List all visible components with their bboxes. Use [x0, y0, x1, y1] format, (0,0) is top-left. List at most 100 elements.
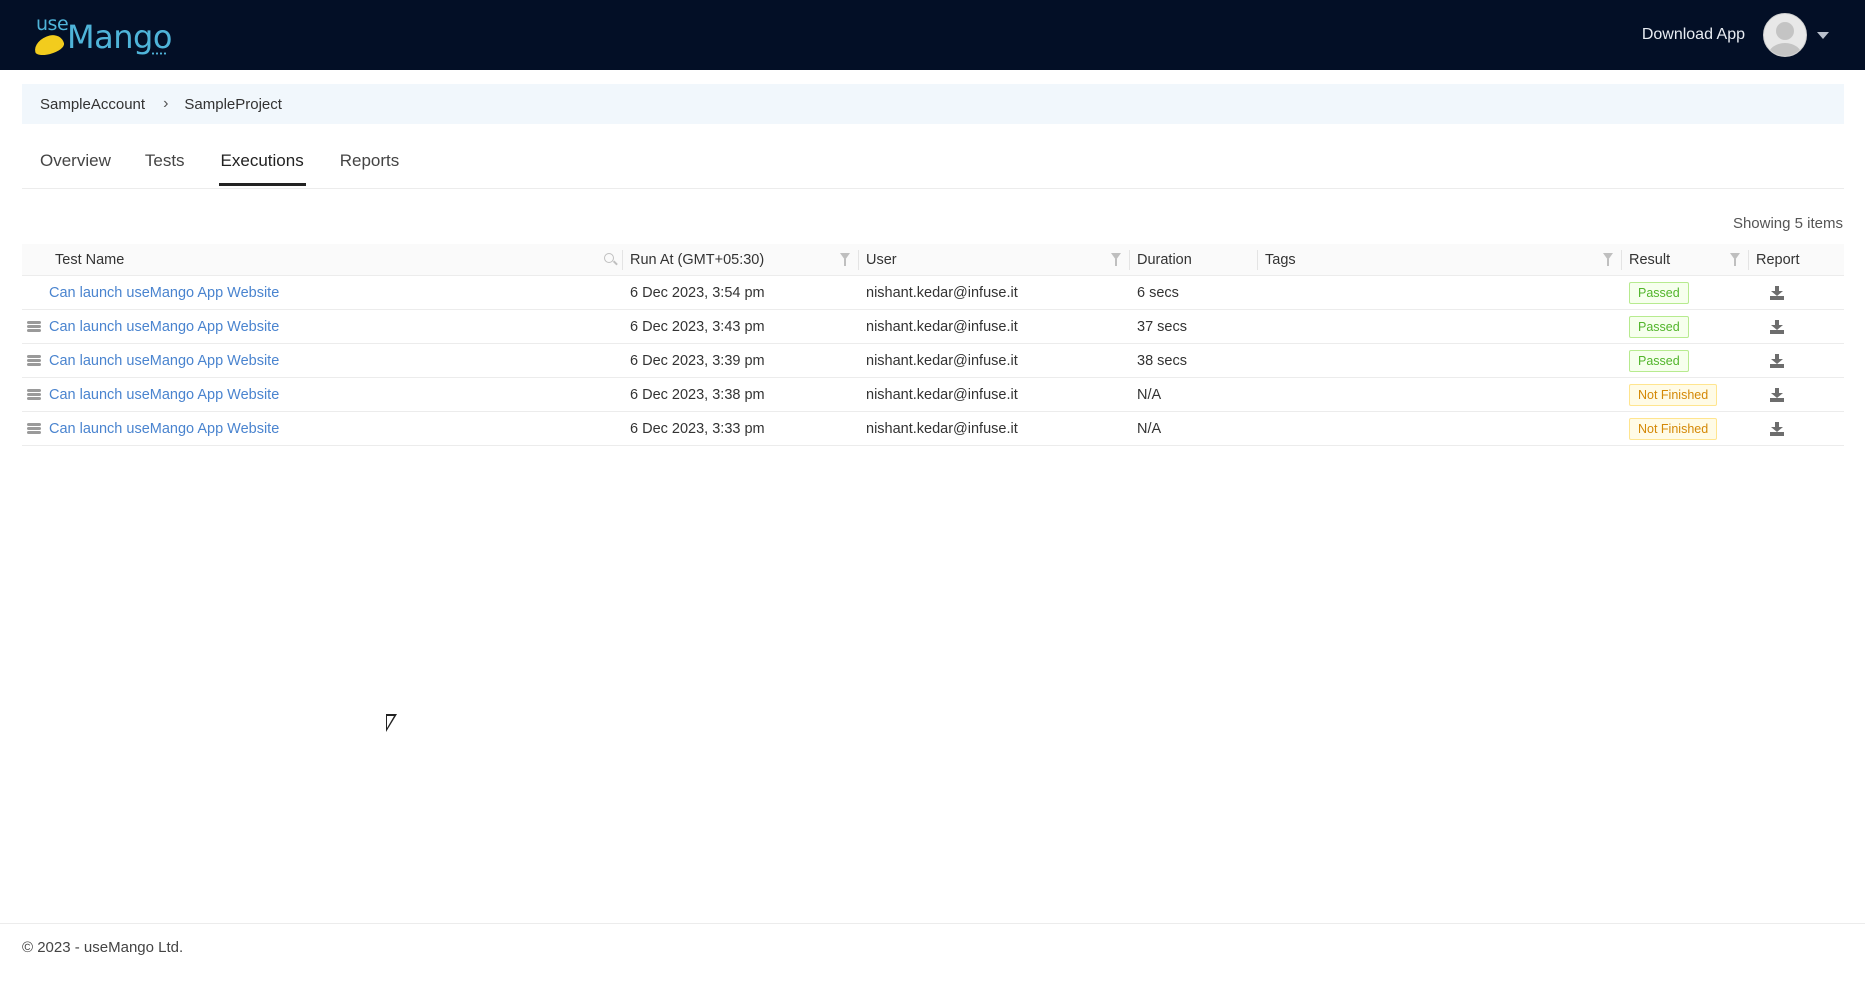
- logo-name: Mango: [67, 18, 172, 56]
- usemango-logo[interactable]: use Mango: [32, 13, 172, 58]
- cell-duration: N/A: [1137, 386, 1162, 403]
- top-navbar: use Mango Download App: [0, 0, 1865, 70]
- cell-report: [1748, 276, 1844, 310]
- test-name-link[interactable]: Can launch useMango App Website: [49, 319, 279, 335]
- logo-dots-icon: [151, 52, 167, 55]
- test-name-link[interactable]: Can launch useMango App Website: [49, 285, 279, 301]
- cell-tags: [1257, 276, 1621, 310]
- cell-test-name: Can launch useMango App Website: [22, 276, 622, 310]
- download-icon[interactable]: [1770, 353, 1784, 368]
- table-row[interactable]: Can launch useMango App Website 6 Dec 202…: [22, 276, 1844, 310]
- download-icon[interactable]: [1770, 421, 1784, 436]
- cell-report: [1748, 412, 1844, 446]
- cell-user: nishant.kedar@infuse.it: [866, 352, 1018, 369]
- cell-duration: 6 secs: [1137, 284, 1179, 301]
- cell-user: nishant.kedar@infuse.it: [866, 284, 1018, 301]
- cell-run-at: 6 Dec 2023, 3:43 pm: [630, 318, 765, 335]
- column-tags-label: Tags: [1265, 251, 1296, 268]
- cell-run-at: 6 Dec 2023, 3:54 pm: [630, 284, 765, 301]
- table-row[interactable]: Can launch useMango App Website 6 Dec 202…: [22, 412, 1844, 446]
- column-user-label: User: [866, 251, 897, 268]
- test-name-link[interactable]: Can launch useMango App Website: [49, 353, 279, 369]
- result-filter-button[interactable]: [1730, 252, 1740, 266]
- tab-reports[interactable]: Reports: [340, 140, 400, 183]
- tab-executions[interactable]: Executions: [218, 140, 306, 186]
- mango-logo-icon: [32, 32, 66, 58]
- database-icon: [27, 388, 41, 401]
- cell-result: Passed: [1621, 310, 1748, 344]
- column-result: Result: [1621, 244, 1748, 276]
- cell-user: nishant.kedar@infuse.it: [866, 420, 1018, 437]
- database-icon: [27, 320, 41, 333]
- cell-test-name: Can launch useMango App Website: [22, 412, 622, 446]
- user-filter-button[interactable]: [1111, 252, 1121, 266]
- filter-icon: [1111, 252, 1121, 266]
- cell-duration: 38 secs: [1137, 352, 1187, 369]
- cell-result: Passed: [1621, 276, 1748, 310]
- column-report-label: Report: [1756, 251, 1800, 268]
- download-app-link[interactable]: Download App: [1642, 26, 1745, 44]
- tags-filter-button[interactable]: [1603, 252, 1613, 266]
- avatar[interactable]: [1763, 13, 1807, 57]
- download-icon[interactable]: [1770, 387, 1784, 402]
- test-name-link[interactable]: Can launch useMango App Website: [49, 421, 279, 437]
- avatar-body-icon: [1768, 43, 1802, 56]
- tab-bar: Overview Tests Executions Reports: [22, 140, 1844, 189]
- table-row[interactable]: Can launch useMango App Website 6 Dec 202…: [22, 310, 1844, 344]
- chevron-right-icon: ›: [163, 95, 169, 112]
- cell-result: Passed: [1621, 344, 1748, 378]
- cell-test-name: Can launch useMango App Website: [22, 378, 622, 412]
- status-badge: Not Finished: [1629, 383, 1718, 406]
- tab-tests[interactable]: Tests: [145, 140, 185, 183]
- table-row[interactable]: Can launch useMango App Website 6 Dec 202…: [22, 344, 1844, 378]
- cell-report: [1748, 378, 1844, 412]
- cell-duration: N/A: [1137, 420, 1162, 437]
- logo-prefix: use: [36, 13, 69, 35]
- item-count: Showing 5 items: [1732, 215, 1843, 232]
- column-run-at: Run At (GMT+05:30): [622, 244, 858, 276]
- nav-right: Download App: [1642, 13, 1829, 57]
- cell-tags: [1257, 378, 1621, 412]
- column-duration-label: Duration: [1137, 251, 1192, 268]
- mouse-cursor-icon: [386, 714, 397, 732]
- cell-result: Not Finished: [1621, 378, 1748, 412]
- column-user: User: [858, 244, 1129, 276]
- column-report: Report: [1748, 244, 1844, 276]
- filter-icon: [840, 252, 850, 266]
- column-test-name: Test Name: [22, 244, 622, 276]
- column-search-button[interactable]: [604, 252, 614, 263]
- cell-duration: 37 secs: [1137, 318, 1187, 335]
- tab-overview[interactable]: Overview: [40, 140, 111, 183]
- breadcrumb: SampleAccount › SampleProject: [22, 84, 1844, 124]
- column-run-at-label: Run At (GMT+05:30): [630, 251, 765, 268]
- filter-icon: [1730, 252, 1740, 266]
- cell-tags: [1257, 344, 1621, 378]
- executions-table: Test Name Run At (GMT+05:30) User Durati…: [22, 244, 1844, 446]
- status-badge: Passed: [1629, 315, 1689, 338]
- table-header: Test Name Run At (GMT+05:30) User Durati…: [22, 244, 1844, 276]
- database-icon: [27, 354, 41, 367]
- status-badge: Passed: [1629, 281, 1689, 304]
- table-row[interactable]: Can launch useMango App Website 6 Dec 202…: [22, 378, 1844, 412]
- cell-report: [1748, 310, 1844, 344]
- cell-user: nishant.kedar@infuse.it: [866, 386, 1018, 403]
- cell-result: Not Finished: [1621, 412, 1748, 446]
- table-body: Can launch useMango App Website 6 Dec 202…: [22, 276, 1844, 446]
- run-at-filter-button[interactable]: [840, 252, 850, 266]
- cell-run-at: 6 Dec 2023, 3:33 pm: [630, 420, 765, 437]
- breadcrumb-project[interactable]: SampleProject: [184, 96, 282, 113]
- breadcrumb-account[interactable]: SampleAccount: [40, 96, 145, 113]
- column-duration: Duration: [1129, 244, 1257, 276]
- test-name-link[interactable]: Can launch useMango App Website: [49, 387, 279, 403]
- search-icon: [604, 252, 614, 263]
- chevron-down-icon[interactable]: [1817, 31, 1829, 39]
- column-test-name-label: Test Name: [55, 251, 125, 268]
- footer: © 2023 - useMango Ltd.: [0, 923, 1865, 990]
- status-badge: Not Finished: [1629, 417, 1718, 440]
- download-icon[interactable]: [1770, 285, 1784, 300]
- status-badge: Passed: [1629, 349, 1689, 372]
- database-icon: [27, 422, 41, 435]
- cell-tags: [1257, 310, 1621, 344]
- download-icon[interactable]: [1770, 319, 1784, 334]
- cell-run-at: 6 Dec 2023, 3:38 pm: [630, 386, 765, 403]
